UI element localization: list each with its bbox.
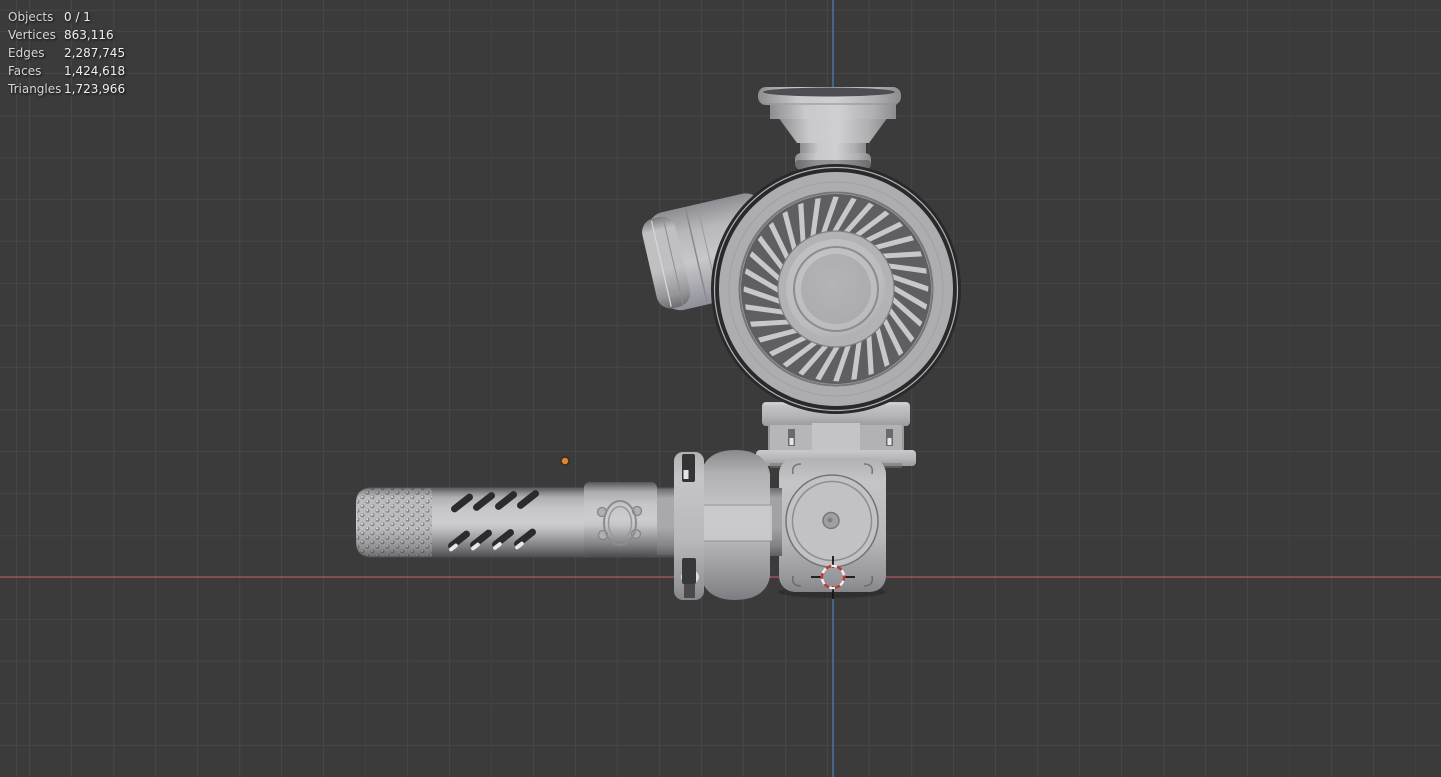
barrel-flange-plate[interactable] (674, 452, 704, 600)
intake-funnel[interactable] (758, 87, 901, 170)
stats-row-objects: Objects 0 / 1 (8, 8, 125, 26)
stats-overlay: Objects 0 / 1 Vertices 863,116 Edges 2,2… (8, 8, 125, 98)
stats-label: Vertices (8, 28, 56, 42)
stats-row-edges: Edges 2,287,745 (8, 44, 125, 62)
stats-label: Objects (8, 10, 54, 24)
viewport-3d[interactable]: Objects 0 / 1 Vertices 863,116 Edges 2,2… (0, 0, 1441, 777)
barrel-silencer[interactable] (356, 482, 680, 558)
scene-svg (0, 0, 1441, 777)
stats-value: 1,424,618 (64, 64, 126, 78)
stats-label: Triangles (8, 82, 62, 96)
elbow-block[interactable] (778, 458, 886, 598)
stats-value: 1,723,966 (64, 82, 126, 96)
mount-block[interactable] (584, 482, 657, 557)
stats-label: Faces (8, 64, 42, 78)
stats-value: 2,287,745 (64, 46, 126, 60)
stats-row-vertices: Vertices 863,116 (8, 26, 125, 44)
turbine-fan[interactable] (711, 164, 961, 414)
stats-row-triangles: Triangles 1,723,966 (8, 80, 125, 98)
muzzle-bell[interactable] (698, 450, 782, 600)
stats-value: 863,116 (64, 28, 114, 42)
stats-row-faces: Faces 1,424,618 (8, 62, 125, 80)
model-turbine-assembly[interactable] (356, 87, 961, 600)
object-origin-icon[interactable] (560, 456, 570, 466)
stats-value: 0 / 1 (64, 10, 91, 24)
stats-label: Edges (8, 46, 45, 60)
